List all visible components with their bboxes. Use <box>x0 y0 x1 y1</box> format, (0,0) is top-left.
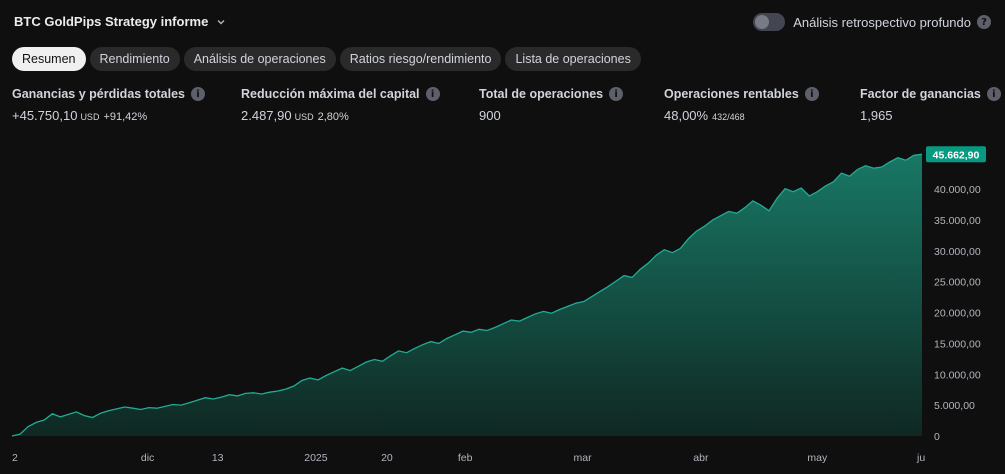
x-tick-label: feb <box>458 452 473 464</box>
info-icon[interactable]: i <box>191 87 205 101</box>
y-tick-label: 0 <box>934 431 940 443</box>
stat-value: 1,965 <box>860 108 893 123</box>
y-tick-label: 5.000,00 <box>934 400 975 412</box>
stat-total-trades: Total de operaciones i 900 <box>479 87 624 123</box>
tab-overview[interactable]: Resumen <box>12 47 86 71</box>
stat-unit: USD <box>294 112 314 122</box>
x-tick-label: 20 <box>381 452 393 464</box>
x-tick-label: abr <box>693 452 709 464</box>
stat-value: 48,00% <box>664 108 709 123</box>
x-tick-label: dic <box>141 452 154 464</box>
stat-profit-factor: Factor de ganancias i 1,965 <box>860 87 1001 123</box>
x-tick-label: 2 <box>12 452 18 464</box>
y-tick-label: 25.000,00 <box>934 277 981 289</box>
y-tick-label: 20.000,00 <box>934 308 981 320</box>
deep-backtesting-label: Análisis retrospectivo profundo <box>793 14 971 30</box>
stat-ratio: 432/468 <box>712 112 745 122</box>
report-header: BTC GoldPips Strategy informe Análisis r… <box>0 0 1005 44</box>
stat-max-drawdown: Reducción máxima del capital i 2.487,90 US… <box>241 87 440 123</box>
info-icon[interactable]: i <box>804 87 819 101</box>
deep-backtesting-control: Análisis retrospectivo profundo ? <box>753 13 991 31</box>
last-value-badge: 45.662,90 <box>926 146 986 163</box>
tab-performance[interactable]: Rendimiento <box>89 47 180 71</box>
toggle-knob <box>755 15 770 29</box>
info-icon[interactable]: ? <box>977 15 991 29</box>
y-tick-label: 10.000,00 <box>934 369 981 381</box>
x-tick-label: may <box>807 452 828 464</box>
stat-profitable-trades: Operaciones rentables i 48,00% 432/468 <box>664 87 819 123</box>
info-icon[interactable]: i <box>986 87 1001 101</box>
report-tabs: Resumen Rendimiento Análisis de operacio… <box>12 47 641 71</box>
stat-value: +45.750,10 <box>12 108 78 123</box>
deep-backtesting-toggle[interactable] <box>753 13 786 31</box>
stat-value: 2.487,90 <box>241 108 292 123</box>
x-tick-label: 2025 <box>304 452 328 464</box>
y-tick-label: 15.000,00 <box>934 338 981 350</box>
info-icon[interactable]: i <box>609 87 624 101</box>
info-icon[interactable]: i <box>425 87 440 101</box>
last-value-label: 45.662,90 <box>933 149 980 161</box>
stat-percent: 2,80% <box>317 111 349 123</box>
strategy-title-dropdown[interactable]: BTC GoldPips Strategy informe <box>14 14 226 29</box>
summary-stats: Ganancias y pérdidas totales i +45.750,10… <box>0 87 1005 127</box>
equity-area <box>12 154 922 437</box>
chevron-down-icon <box>217 19 225 24</box>
x-axis: 2 dic 13 2025 20 feb mar abr may ju <box>12 452 925 464</box>
stat-value: 900 <box>479 108 501 123</box>
tab-risk-ratios[interactable]: Ratios riesgo/rendimiento <box>339 47 502 71</box>
tab-list-of-trades[interactable]: Lista de operaciones <box>505 47 641 71</box>
stat-percent: +91,42% <box>103 111 148 123</box>
stat-label: Total de operaciones <box>479 87 604 101</box>
equity-chart[interactable]: 0 5.000,00 10.000,00 15.000,00 20.000,00 25.0… <box>0 138 1005 474</box>
stat-label: Ganancias y pérdidas totales <box>12 87 185 101</box>
x-tick-label: 13 <box>212 452 224 464</box>
x-tick-label: mar <box>574 452 593 464</box>
stat-label: Operaciones rentables <box>664 87 799 101</box>
y-tick-label: 30.000,00 <box>934 246 981 258</box>
tab-trades-analysis[interactable]: Análisis de operaciones <box>183 47 336 71</box>
x-tick-label: ju <box>916 452 925 464</box>
stat-unit: USD <box>80 112 100 122</box>
y-tick-label: 35.000,00 <box>934 215 981 227</box>
y-axis: 0 5.000,00 10.000,00 15.000,00 20.000,00 25.0… <box>934 184 981 443</box>
stat-label: Reducción máxima del capital <box>241 87 420 101</box>
y-tick-label: 40.000,00 <box>934 184 981 196</box>
stat-label: Factor de ganancias <box>860 87 981 101</box>
stat-net-profit: Ganancias y pérdidas totales i +45.750,10… <box>12 87 205 123</box>
report-title: BTC GoldPips Strategy informe <box>14 14 209 29</box>
